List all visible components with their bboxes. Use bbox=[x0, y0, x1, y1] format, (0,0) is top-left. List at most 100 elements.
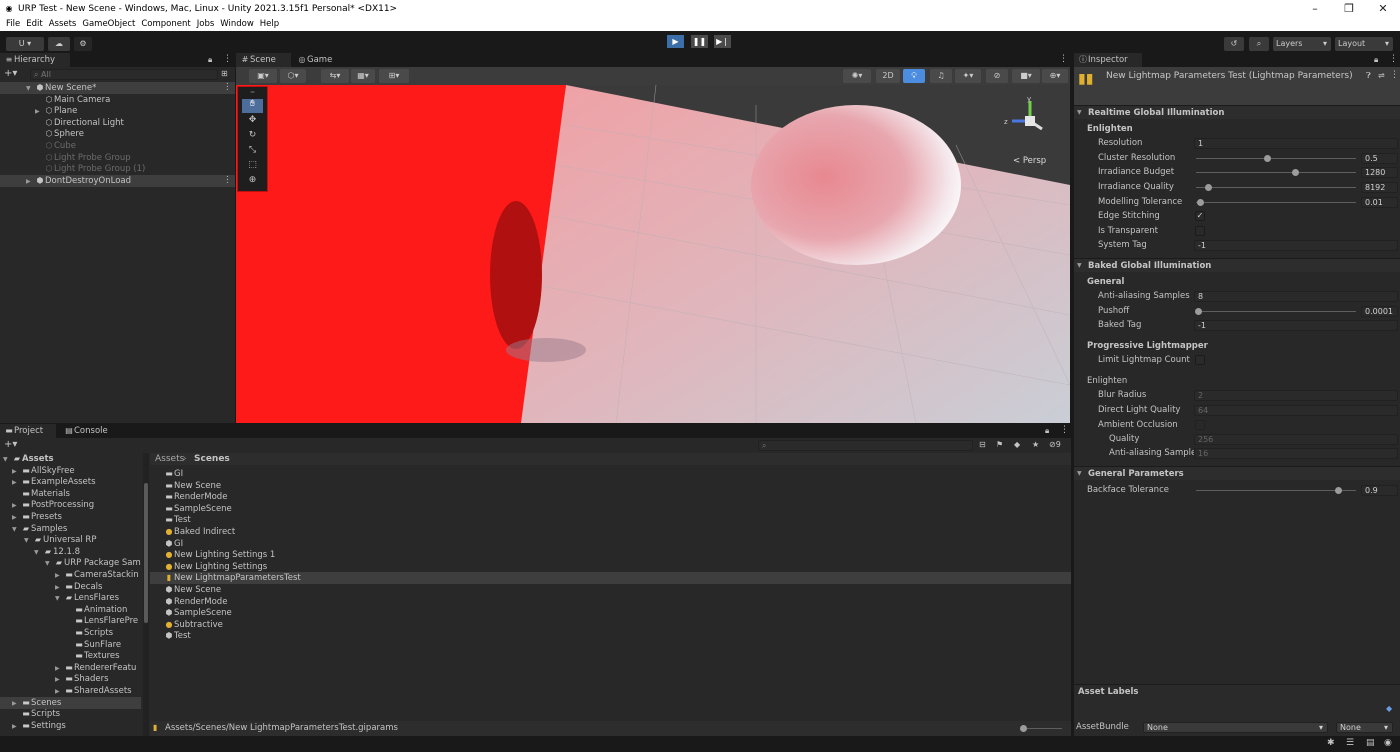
scale-tool-icon[interactable]: ⤡ bbox=[242, 145, 263, 159]
hierarchy-item[interactable]: ⬡ Cube bbox=[44, 140, 76, 152]
pause-button[interactable]: ❚❚ bbox=[691, 35, 708, 48]
tree-item[interactable]: ▬Scripts bbox=[21, 708, 60, 720]
file-item[interactable]: ● New Lighting Settings 1 bbox=[164, 549, 276, 561]
tree-item[interactable]: ▶ ▬Presets bbox=[12, 511, 62, 523]
history-icon[interactable]: ↺ bbox=[1224, 37, 1244, 51]
tab-game[interactable]: ◎ Game bbox=[293, 53, 343, 67]
layers-dropdown[interactable]: Layers ▾ bbox=[1273, 37, 1331, 51]
inspector-more-icon[interactable]: ⋮ bbox=[1389, 54, 1398, 64]
rect-tool-icon[interactable]: ⬚ bbox=[242, 160, 263, 174]
backface-tolerance-knob[interactable] bbox=[1335, 487, 1342, 494]
menu-window[interactable]: Window bbox=[220, 19, 254, 29]
hierarchy-item[interactable]: ⬡ Sphere bbox=[44, 128, 84, 140]
menu-assets[interactable]: Assets bbox=[49, 19, 77, 29]
tree-item[interactable]: ▼ ▰ Samples bbox=[12, 523, 67, 535]
tree-scrollbar[interactable] bbox=[143, 453, 149, 736]
hierarchy-dontdestroy-row[interactable]: ▶ ⬢ DontDestroyOnLoad ⋮ bbox=[0, 175, 235, 187]
file-item[interactable]: ▬Test bbox=[164, 514, 191, 526]
maximize-button[interactable]: ❐ bbox=[1332, 0, 1366, 17]
tree-item[interactable]: ▼ ▰ Universal RP bbox=[24, 534, 96, 546]
tree-item[interactable]: ▬Scripts bbox=[74, 627, 113, 639]
search-filter-icon[interactable]: ⊞ bbox=[221, 69, 228, 78]
hierarchy-item[interactable]: ⬡ Main Camera bbox=[44, 94, 111, 106]
hierarchy-search-input[interactable]: ⌕ All bbox=[30, 69, 218, 80]
file-item[interactable]: ▬RenderMode bbox=[164, 491, 227, 503]
file-item[interactable]: ⬢ RenderMode bbox=[164, 596, 228, 608]
file-item[interactable]: ● New Lighting Settings bbox=[164, 561, 268, 573]
irradiance-quality-knob[interactable] bbox=[1205, 184, 1212, 191]
tree-item[interactable]: ▶ ▬PostProcessing bbox=[12, 499, 94, 511]
cluster-resolution-field[interactable]: 0.5 bbox=[1361, 153, 1398, 164]
inspector-lock-icon[interactable]: 🔒︎ bbox=[1374, 55, 1378, 65]
file-item[interactable]: ⬢ New Scene bbox=[164, 584, 222, 596]
dontdestroy-options-icon[interactable]: ⋮ bbox=[223, 175, 232, 187]
search-by-label-icon[interactable]: ⚑ bbox=[996, 440, 1003, 449]
tab-hierarchy[interactable]: ≡ Hierarchy bbox=[0, 53, 70, 67]
modelling-tolerance-slider[interactable] bbox=[1196, 202, 1356, 203]
project-lock-icon[interactable]: 🔒︎ bbox=[1045, 426, 1049, 436]
baked-gi-header[interactable]: ▼ Baked Global Illumination bbox=[1074, 258, 1400, 272]
bug-icon[interactable]: ✱ bbox=[1327, 738, 1335, 748]
label-tag-icon[interactable]: ◆ bbox=[1386, 704, 1392, 713]
account-button[interactable]: U ▾ bbox=[6, 37, 44, 51]
grid-snap-button[interactable]: ▦▾ bbox=[351, 69, 375, 83]
tree-item[interactable]: ▼ ▰ Assets bbox=[3, 453, 54, 465]
move-tool-icon[interactable]: ✥ bbox=[242, 115, 263, 129]
tree-item[interactable]: ▶ ▬SharedAssets bbox=[55, 685, 132, 697]
backface-tolerance-field[interactable]: 0.9 bbox=[1361, 485, 1398, 496]
file-item[interactable]: ▬GI bbox=[164, 468, 183, 480]
modelling-tolerance-knob[interactable] bbox=[1197, 199, 1204, 206]
irradiance-budget-field[interactable]: 1280 bbox=[1361, 167, 1398, 178]
2d-toggle[interactable]: 2D bbox=[876, 69, 900, 83]
tree-item[interactable]: ▼ ▰ LensFlares bbox=[55, 592, 119, 604]
favorite-icon[interactable]: ★ bbox=[1032, 440, 1039, 449]
project-more-icon[interactable]: ⋮ bbox=[1060, 425, 1069, 435]
menu-gameobject[interactable]: GameObject bbox=[82, 19, 135, 29]
preset-icon[interactable]: ⇌ bbox=[1378, 71, 1385, 80]
file-item[interactable]: ● Subtractive bbox=[164, 619, 223, 631]
hidden-count-icon[interactable]: ⊘9 bbox=[1049, 440, 1061, 449]
realtime-gi-header[interactable]: ▼ Realtime Global Illumination bbox=[1074, 105, 1400, 119]
modelling-tolerance-field[interactable]: 0.01 bbox=[1361, 197, 1398, 208]
assetbundle-variant-dropdown[interactable]: None ▾ bbox=[1336, 722, 1393, 733]
hierarchy-item[interactable]: ▶ ⬡ Plane bbox=[35, 105, 77, 117]
file-item[interactable]: ⬢ SampleScene bbox=[164, 607, 232, 619]
file-item-selected[interactable]: ▮ New LightmapParametersTest bbox=[150, 572, 1071, 584]
tree-item[interactable]: ▶ ▬RendererFeatu bbox=[55, 662, 136, 674]
search-icon[interactable]: ⌕ bbox=[1249, 37, 1269, 51]
menu-help[interactable]: Help bbox=[260, 19, 279, 29]
edge-stitching-checkbox[interactable]: ✓ bbox=[1195, 211, 1205, 221]
tree-item[interactable]: ▶ ▬CameraStackin bbox=[55, 569, 139, 581]
header-more-icon[interactable]: ⋮ bbox=[1390, 70, 1399, 80]
pushoff-knob[interactable] bbox=[1195, 308, 1202, 315]
irradiance-quality-slider[interactable] bbox=[1196, 187, 1356, 188]
cache-icon[interactable]: ☰ bbox=[1346, 738, 1354, 748]
audio-toggle-icon[interactable]: ♫ bbox=[930, 69, 952, 83]
cluster-resolution-knob[interactable] bbox=[1264, 155, 1271, 162]
tab-scene[interactable]: # Scene bbox=[236, 53, 291, 67]
tree-item[interactable]: ▶ ▬Decals bbox=[55, 581, 102, 593]
menu-edit[interactable]: Edit bbox=[26, 19, 42, 29]
file-item[interactable]: ● Baked Indirect bbox=[164, 526, 236, 538]
system-tag-field[interactable]: -1 bbox=[1194, 240, 1398, 251]
collab-icon[interactable]: ⚙ bbox=[74, 37, 92, 51]
tree-item[interactable]: ▬SunFlare bbox=[74, 639, 121, 651]
irradiance-budget-slider[interactable] bbox=[1196, 172, 1356, 173]
tree-item[interactable]: ▬LensFlarePre bbox=[74, 615, 138, 627]
irradiance-budget-knob[interactable] bbox=[1292, 169, 1299, 176]
tree-item[interactable]: ▶ ▬Settings bbox=[12, 720, 66, 732]
play-button[interactable]: ▶ bbox=[667, 35, 684, 48]
menu-file[interactable]: File bbox=[6, 19, 20, 29]
file-item[interactable]: ▬SampleScene bbox=[164, 503, 232, 515]
backface-tolerance-slider[interactable] bbox=[1196, 490, 1356, 491]
pushoff-slider[interactable] bbox=[1196, 311, 1356, 312]
tab-inspector[interactable]: ⓘInspector bbox=[1074, 53, 1142, 67]
scene-more-icon[interactable]: ⋮ bbox=[1059, 54, 1068, 64]
pivot-button[interactable]: ⇆▾ bbox=[321, 69, 349, 83]
menu-component[interactable]: Component bbox=[141, 19, 190, 29]
hidden-toggle-icon[interactable]: ⊘ bbox=[986, 69, 1008, 83]
breadcrumb-current[interactable]: Scenes bbox=[194, 454, 230, 464]
step-button[interactable]: ▶❘ bbox=[714, 35, 731, 48]
tree-item-selected[interactable]: ▶ ▬Scenes bbox=[0, 697, 141, 709]
assetbundle-dropdown[interactable]: None ▾ bbox=[1143, 722, 1328, 733]
